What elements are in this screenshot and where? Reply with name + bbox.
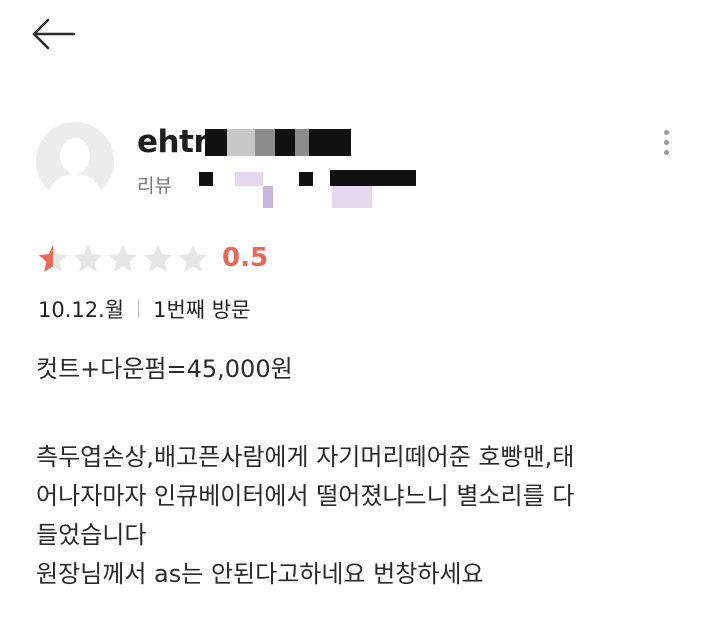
visit-count: 1번째 방문 xyxy=(153,298,251,322)
redaction-block xyxy=(295,129,309,156)
arrow-left-icon xyxy=(32,18,76,50)
redaction-block xyxy=(299,172,313,186)
redaction-block xyxy=(205,129,227,156)
review-paragraph: 측두엽손상,배고픈사람에게 자기머리떼어준 호빵맨,태 어나자마자 인큐베이터에… xyxy=(36,443,575,588)
vertical-ellipsis-icon xyxy=(654,130,678,155)
empty-star-icon xyxy=(108,244,138,272)
redaction-block xyxy=(199,172,213,186)
redaction-block xyxy=(332,186,372,208)
redaction-block xyxy=(263,186,273,208)
empty-star-icon xyxy=(178,244,208,272)
visit-info: 10.12.월 1번째 방문 xyxy=(38,294,250,324)
redaction-block xyxy=(235,172,263,186)
redaction-block xyxy=(227,129,255,156)
visit-date: 10.12.월 xyxy=(38,298,125,322)
empty-star-icon xyxy=(143,244,173,272)
divider xyxy=(138,300,140,318)
back-button[interactable] xyxy=(30,16,78,52)
redaction-block xyxy=(330,170,416,186)
empty-star-icon xyxy=(73,244,103,272)
redaction-block xyxy=(309,129,351,156)
username[interactable]: ehtn xyxy=(137,124,215,160)
review-body: 컷트+다운펌=45,000원 측두엽손상,배고픈사람에게 자기머리떼어준 호빵맨… xyxy=(36,350,696,594)
default-user-avatar-icon xyxy=(36,122,114,200)
avatar[interactable] xyxy=(36,122,114,200)
review-count-label: 리뷰 xyxy=(137,175,172,197)
rating-score: 0.5 xyxy=(222,243,269,273)
review-line: 컷트+다운펌=45,000원 xyxy=(36,355,293,383)
star-rating xyxy=(36,242,210,276)
more-options-button[interactable] xyxy=(654,126,678,166)
half-star-icon xyxy=(38,244,68,272)
redaction-block xyxy=(275,129,295,156)
redaction-block xyxy=(255,129,275,156)
